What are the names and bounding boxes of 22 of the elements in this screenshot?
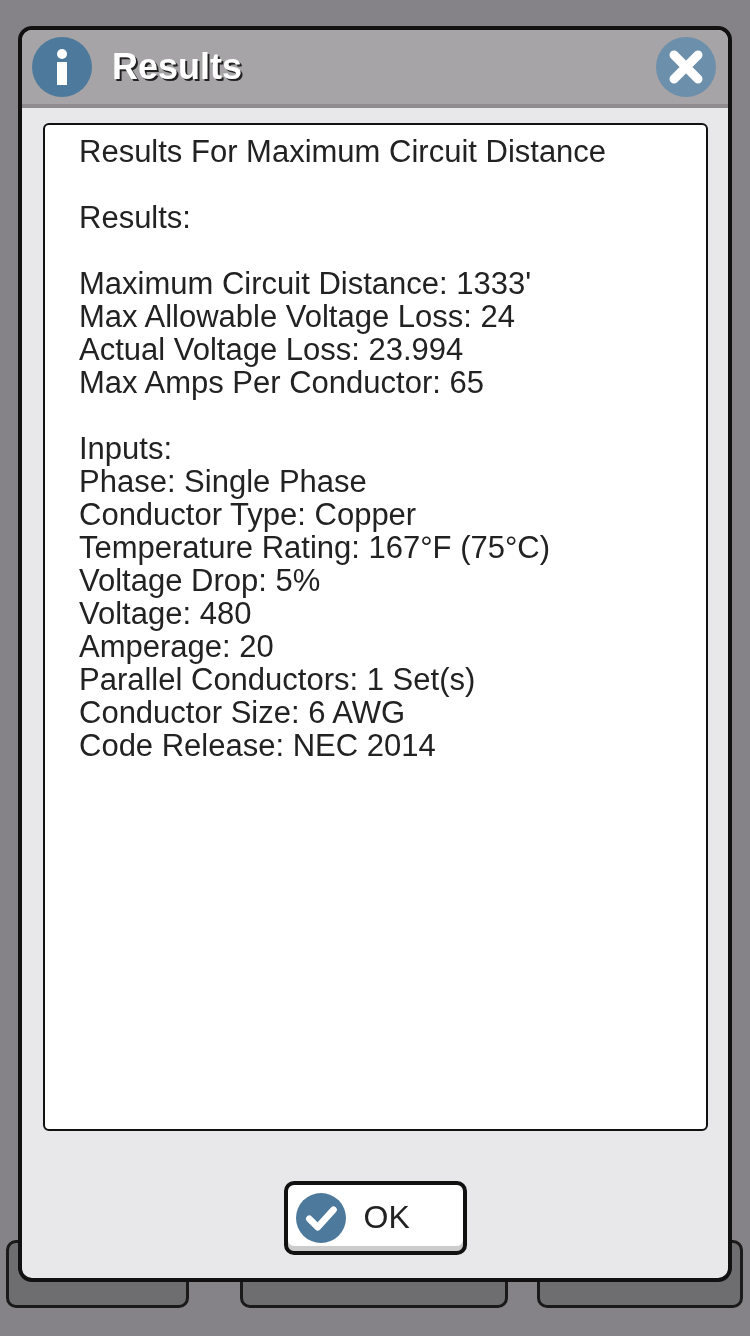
info-icon — [32, 37, 92, 97]
close-button[interactable] — [656, 36, 718, 98]
result-line: Voltage: 480 — [79, 597, 252, 630]
result-line: Conductor Type: Copper — [79, 498, 418, 531]
report-title: Results For Maximum Circuit Distance — [79, 135, 608, 168]
result-line: Max Amps Per Conductor: 65 — [79, 366, 485, 399]
result-line: Code Release: NEC 2014 — [79, 729, 437, 762]
section-heading: Results: — [79, 201, 192, 234]
ok-button[interactable]: OK — [283, 1180, 467, 1255]
result-line: Maximum Circuit Distance: 1333' — [79, 267, 533, 300]
result-line: Conductor Size: 6 AWG — [79, 696, 406, 729]
result-line: Voltage Drop: 5% — [79, 564, 321, 597]
close-icon — [656, 37, 716, 97]
result-line: Amperage: 20 — [79, 630, 275, 663]
result-line: Temperature Rating: 167°F (75°C) — [79, 531, 552, 564]
check-icon — [295, 1192, 346, 1243]
result-line: Actual Voltage Loss: 23.994 — [79, 333, 465, 366]
result-line: Phase: Single Phase — [79, 465, 368, 498]
window-title: Results — [112, 46, 244, 88]
result-line: Parallel Conductors: 1 Set(s) — [79, 663, 477, 696]
section-heading: Inputs: — [79, 432, 174, 465]
result-line: Max Allowable Voltage Loss: 24 — [79, 300, 516, 333]
